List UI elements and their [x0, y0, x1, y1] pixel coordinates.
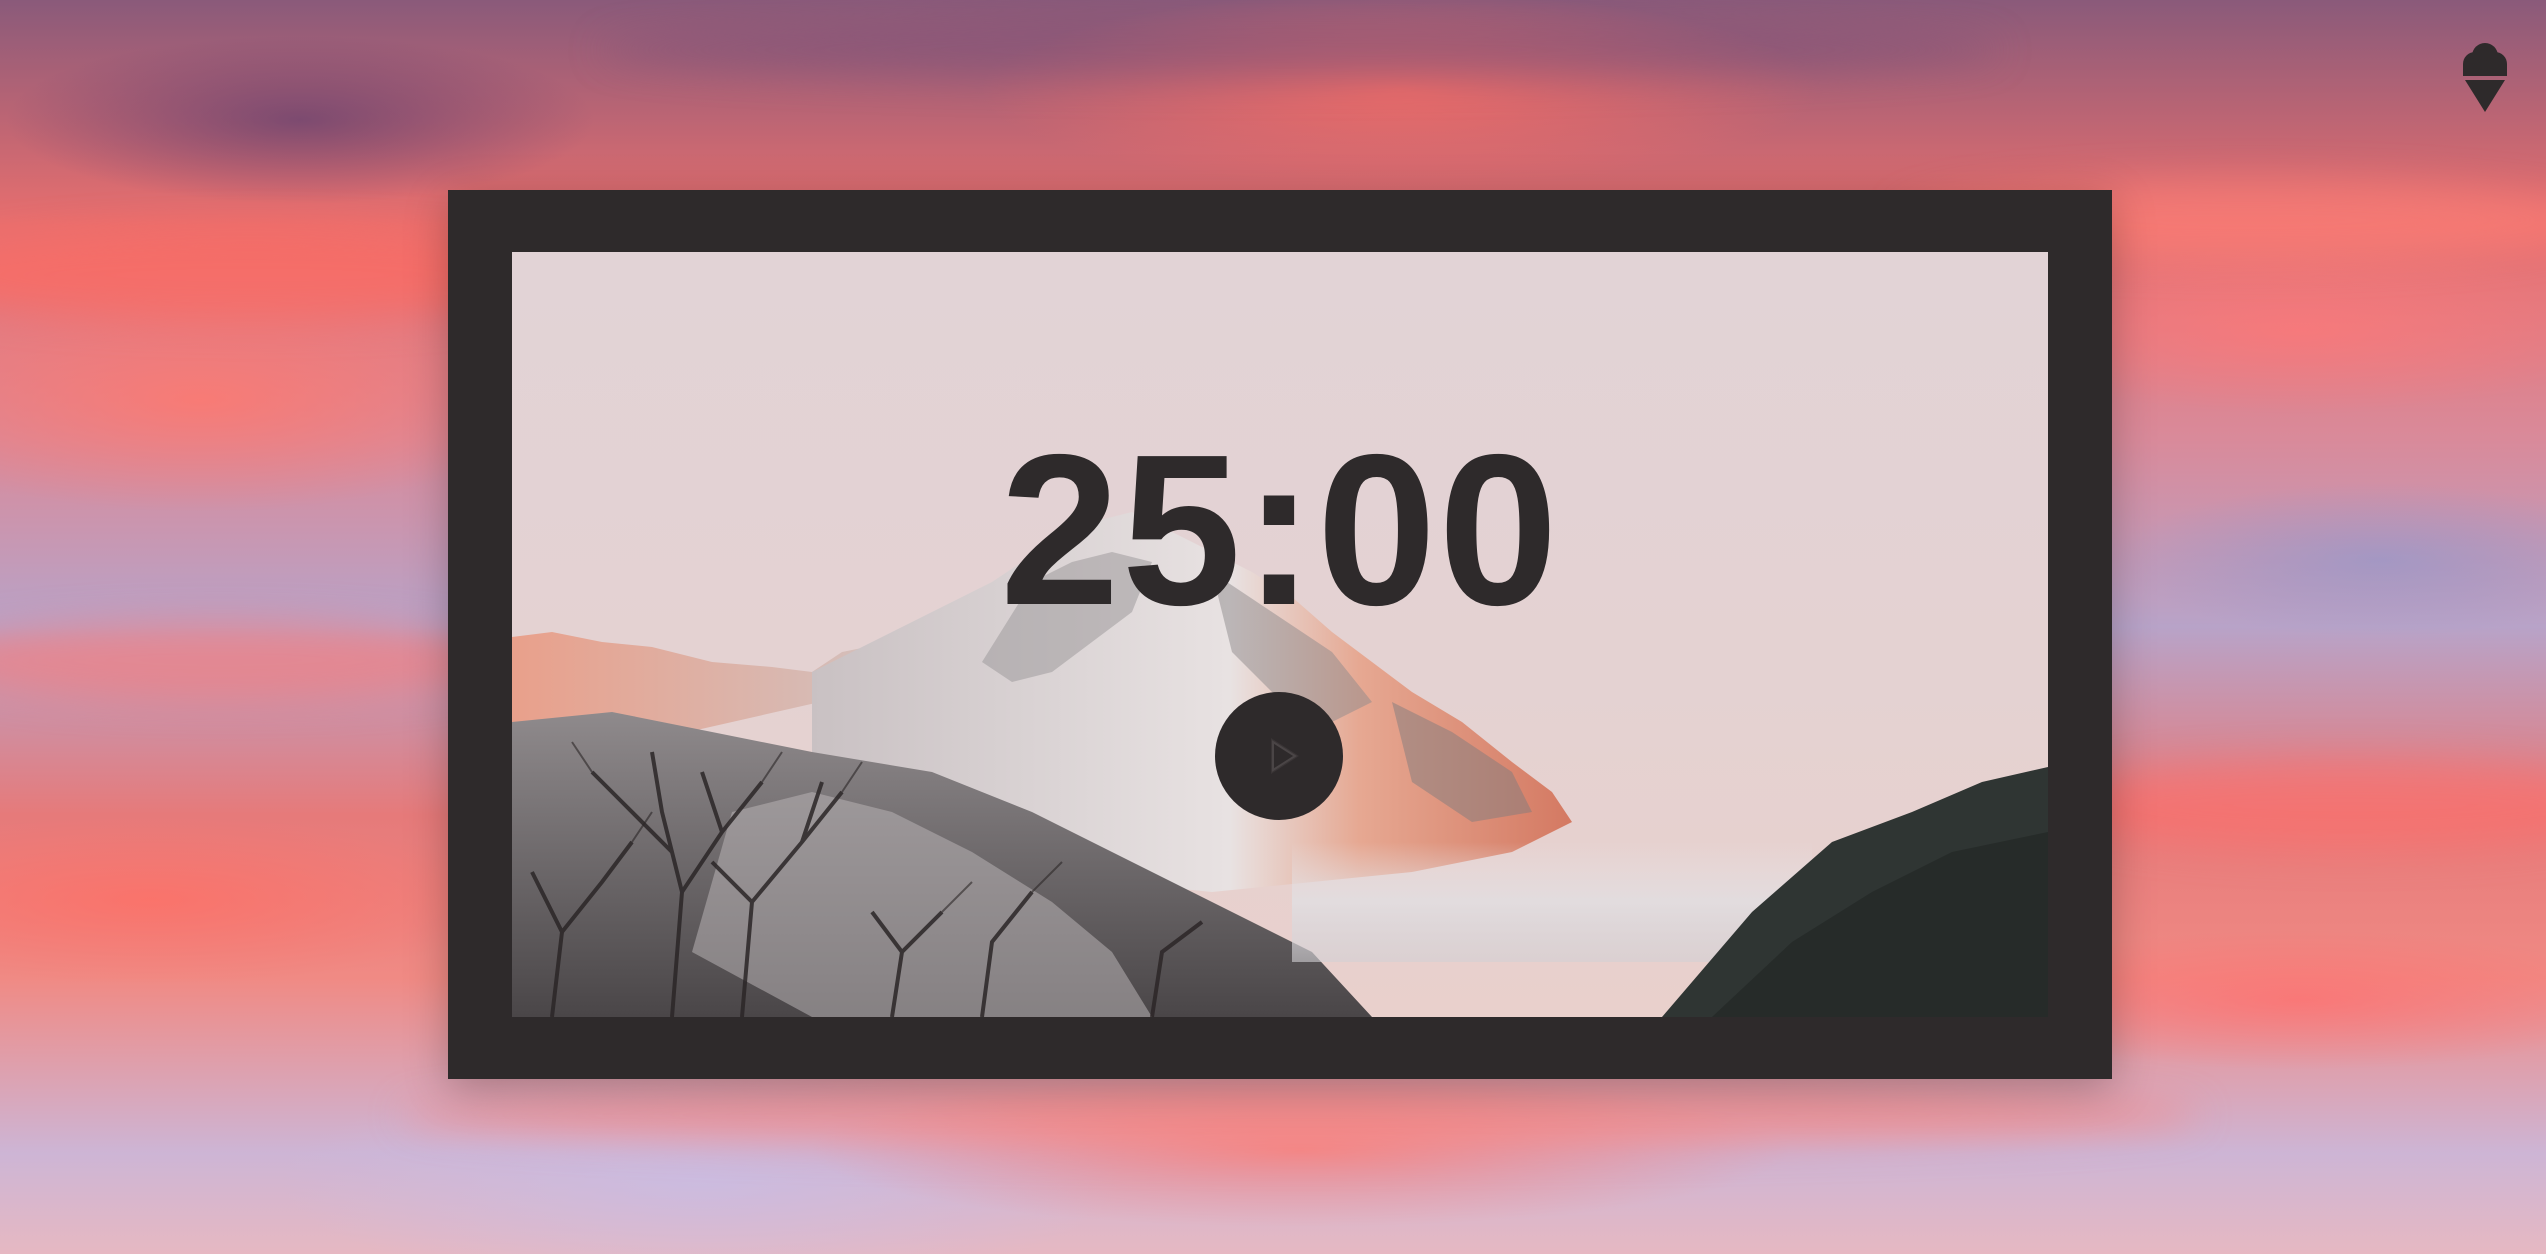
cloud-decoration: [0, 620, 520, 700]
ice-cream-icon[interactable]: [2459, 42, 2511, 114]
timer-frame: 25:00: [448, 190, 2112, 1079]
cloud-decoration: [400, 1080, 2200, 1150]
timer-display: 25:00: [1000, 409, 1560, 650]
mountain-scene: 25:00: [512, 252, 2048, 1017]
cloud-decoration: [2050, 760, 2546, 850]
app-background: 25:00: [0, 0, 2546, 1254]
cloud-decoration: [600, 20, 2000, 80]
play-icon: [1271, 738, 1299, 774]
play-button[interactable]: [1215, 692, 1343, 820]
